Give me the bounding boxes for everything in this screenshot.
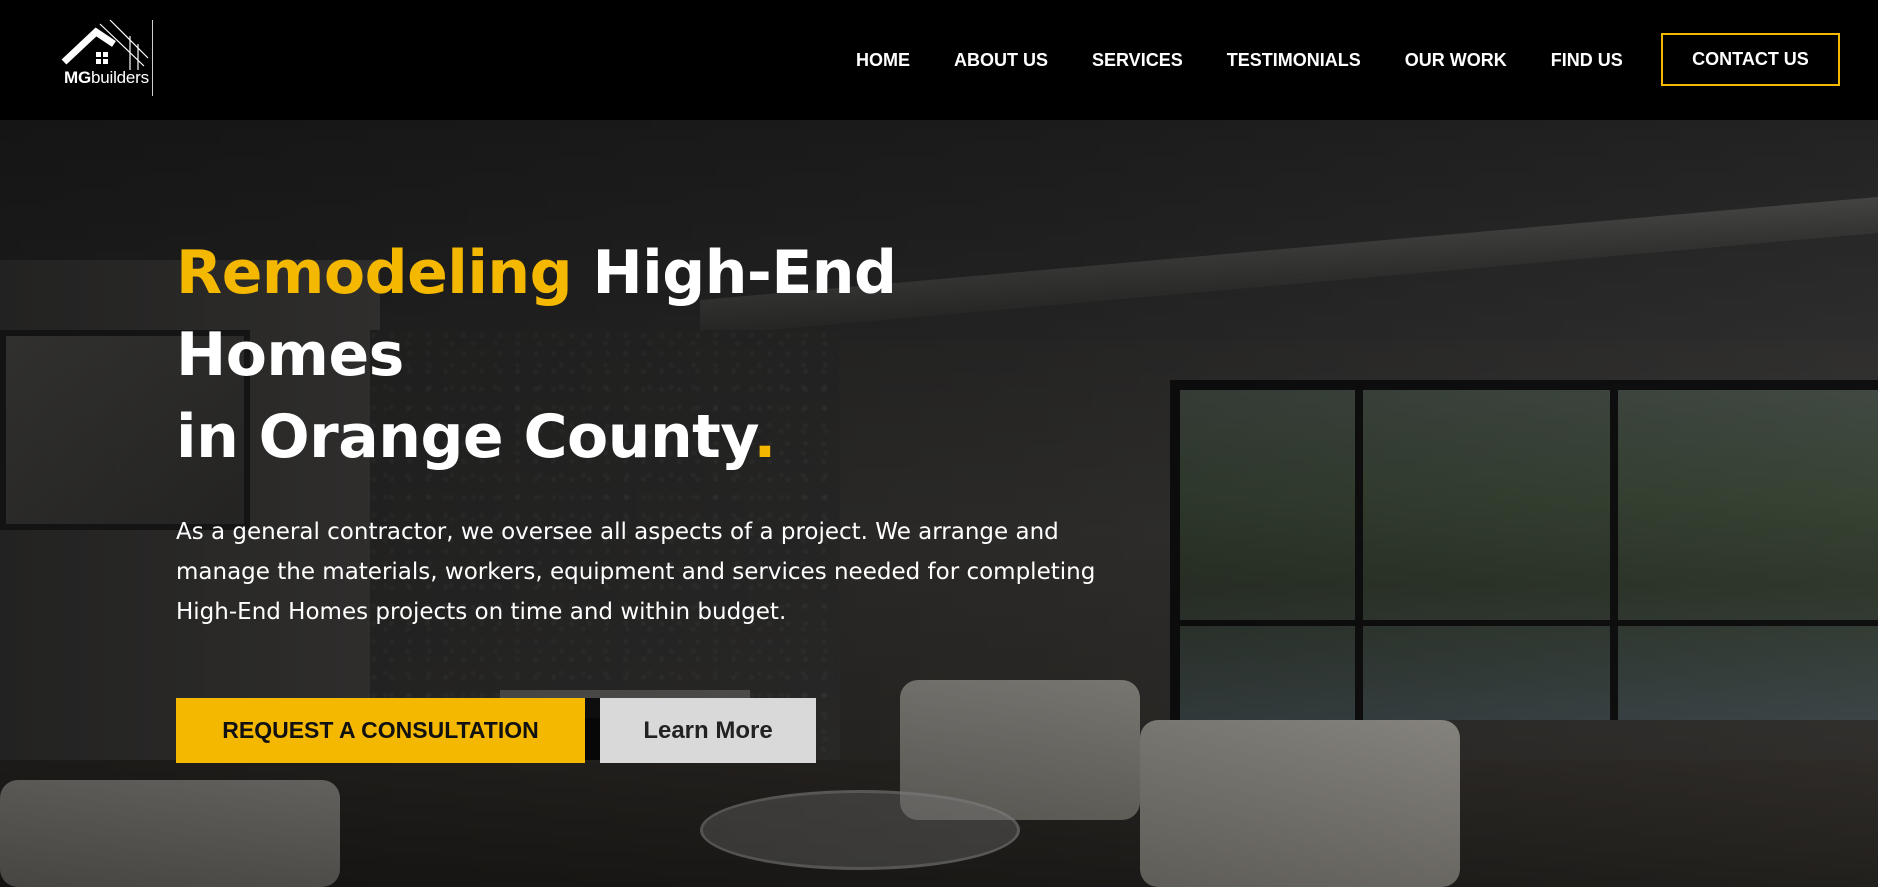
headline-line-2: in Orange County xyxy=(176,402,754,472)
logo-divider xyxy=(152,20,153,96)
request-consultation-button[interactable]: REQUEST A CONSULTATION xyxy=(176,698,585,763)
nav-item-our-work[interactable]: OUR WORK xyxy=(1405,50,1507,71)
logo-wordmark: MGbuilders xyxy=(64,68,149,87)
hero-buttons: REQUEST A CONSULTATION Learn More xyxy=(176,698,1116,763)
learn-more-button[interactable]: Learn More xyxy=(600,698,816,763)
hero-content: Remodeling High-End Homes in Orange Coun… xyxy=(176,232,1116,763)
nav-item-services[interactable]: SERVICES xyxy=(1092,50,1183,71)
site-header: MGbuilders HOME ABOUT US SERVICES TESTIM… xyxy=(0,0,1878,120)
main-nav: HOME ABOUT US SERVICES TESTIMONIALS OUR … xyxy=(856,0,1667,120)
headline-accent: Remodeling xyxy=(176,238,573,308)
hero-headline: Remodeling High-End Homes in Orange Coun… xyxy=(176,232,1116,478)
headline-period: . xyxy=(753,402,776,472)
nav-item-testimonials[interactable]: TESTIMONIALS xyxy=(1227,50,1361,71)
nav-item-about-us[interactable]: ABOUT US xyxy=(954,50,1048,71)
brand-logo[interactable]: MGbuilders xyxy=(60,18,160,98)
contact-us-button[interactable]: CONTACT US xyxy=(1661,33,1840,86)
nav-item-find-us[interactable]: FIND US xyxy=(1551,50,1623,71)
house-roof-icon xyxy=(61,19,149,70)
hero-description: As a general contractor, we oversee all … xyxy=(176,519,1096,625)
nav-item-home[interactable]: HOME xyxy=(856,50,910,71)
